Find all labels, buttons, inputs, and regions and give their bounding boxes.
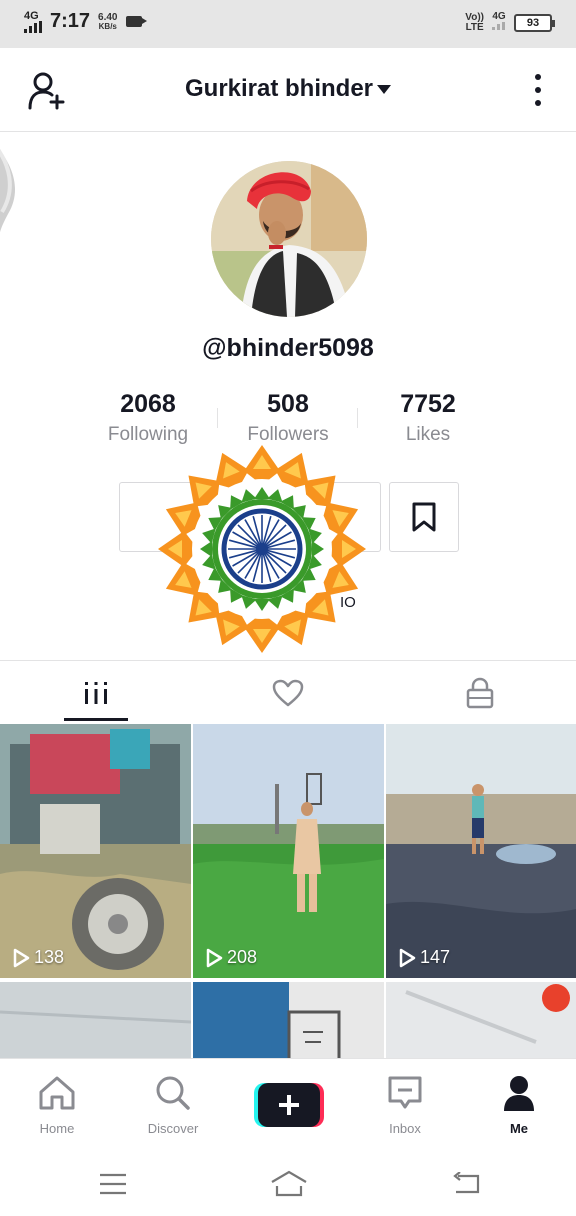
view-count-value: 147 [420, 947, 451, 967]
video-grid: 138 208 147 [0, 724, 576, 1058]
network-speed: 6.40 KB/s [98, 11, 118, 31]
bottom-nav: Home Discover Inbox Me [0, 1058, 576, 1148]
heart-icon [272, 679, 304, 706]
profile-icon [504, 1076, 534, 1111]
ashoka-chakra-emblem [158, 445, 366, 653]
nav-discover-label: Discover [147, 1121, 199, 1136]
nav-me[interactable]: Me [479, 1073, 559, 1136]
nav-inbox[interactable]: Inbox [365, 1073, 445, 1136]
stat-value: 7752 [400, 390, 456, 418]
plus-icon [254, 1083, 324, 1127]
status-bar: 4G 7:17 6.40 KB/s Vo)) LTE 4G 93 [0, 0, 576, 48]
stat-likes[interactable]: 7752 Likes [358, 388, 498, 452]
header-username: Gurkirat bhinder [184, 75, 374, 102]
volte-label: Vo)) [465, 11, 484, 23]
account-switcher[interactable]: Gurkirat bhinder [0, 75, 576, 103]
video-thumbnail[interactable] [193, 982, 384, 1058]
active-tab-indicator [64, 718, 128, 721]
caret-down-icon [377, 85, 392, 95]
play-icon [13, 948, 30, 967]
nav-discover[interactable]: Discover [133, 1073, 213, 1136]
clock: 7:17 [50, 10, 91, 32]
inbox-icon [388, 1076, 422, 1109]
tab-videos[interactable] [0, 661, 192, 724]
video-thumbnail[interactable] [0, 982, 191, 1058]
speed-value: 6.40 [98, 11, 118, 23]
view-count-value: 138 [34, 947, 65, 967]
search-icon [156, 1076, 190, 1110]
tab-liked[interactable] [192, 661, 384, 724]
play-icon [206, 948, 223, 967]
signal-4g-indicator: 4G [492, 12, 506, 33]
stat-label: Likes [405, 424, 451, 445]
edge-overlay [0, 148, 15, 254]
nav-inbox-label: Inbox [389, 1121, 421, 1136]
nav-home-label: Home [39, 1121, 75, 1136]
create-video-button[interactable] [254, 1083, 324, 1127]
more-options-icon[interactable] [534, 74, 542, 106]
volte-indicator: Vo)) LTE [465, 11, 484, 33]
video-thumbnail[interactable]: 138 [0, 724, 191, 978]
grid-icon [85, 681, 107, 704]
speed-unit: KB/s [98, 21, 117, 31]
nav-home[interactable]: Home [17, 1073, 97, 1136]
video-thumbnail[interactable]: 147 [386, 724, 576, 978]
view-count-value: 208 [227, 947, 258, 967]
nav-me-label: Me [509, 1121, 529, 1136]
profile-handle: @bhinder5098 [202, 334, 374, 362]
menu-button[interactable] [93, 1170, 133, 1198]
network-type-right: 4G [492, 11, 506, 22]
profile-tabs [0, 660, 576, 724]
tab-private[interactable] [384, 661, 576, 724]
stat-value: 2068 [120, 390, 176, 418]
lte-label: LTE [465, 21, 484, 33]
profile-header: Gurkirat bhinder [0, 48, 576, 132]
view-count: 138 [12, 947, 64, 968]
video-camera-icon [125, 16, 147, 27]
view-count: 208 [205, 947, 257, 968]
bookmark-icon [412, 502, 436, 532]
back-button[interactable] [445, 1170, 485, 1198]
home-system-icon [271, 1170, 307, 1197]
stat-value: 508 [267, 390, 309, 418]
back-icon [453, 1172, 480, 1194]
menu-icon [100, 1173, 126, 1195]
view-count: 147 [398, 947, 450, 968]
signal-icon: 4G [24, 9, 44, 33]
home-system-button[interactable] [269, 1170, 309, 1198]
home-icon [39, 1076, 75, 1110]
play-icon [399, 948, 416, 967]
favorites-button[interactable] [389, 482, 459, 552]
battery-level: 93 [526, 16, 540, 29]
video-thumbnail[interactable] [386, 982, 576, 1058]
avatar[interactable] [211, 161, 367, 317]
network-type: 4G [24, 9, 39, 22]
system-nav-bar [0, 1148, 576, 1216]
lock-icon [466, 677, 494, 708]
battery-icon: 93 [514, 13, 555, 32]
video-thumbnail[interactable]: 208 [193, 724, 384, 978]
